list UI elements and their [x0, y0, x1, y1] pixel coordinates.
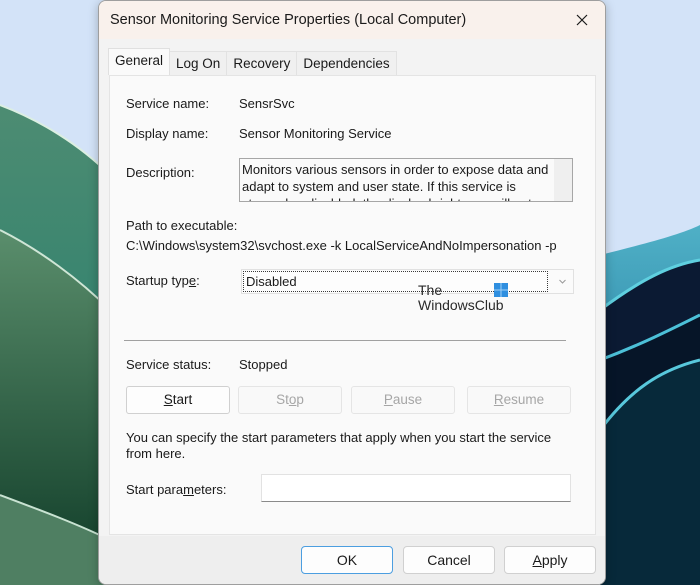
stop-button[interactable]: Stop — [238, 386, 342, 414]
resume-button[interactable]: Resume — [467, 386, 571, 414]
description-textbox[interactable]: Monitors various sensors in order to exp… — [239, 158, 573, 202]
service-name-label: Service name: — [126, 96, 210, 111]
startup-type-dropdown[interactable]: Disabled — [241, 269, 574, 294]
path-value: C:\Windows\system32\svchost.exe -k Local… — [126, 238, 557, 253]
service-status-value: Stopped — [239, 357, 288, 372]
start-params-input[interactable] — [261, 474, 571, 502]
tab-log-on[interactable]: Log On — [169, 51, 228, 75]
startup-type-label: Startup type: — [126, 273, 200, 288]
separator — [124, 340, 566, 341]
service-name-value: SensrSvc — [239, 96, 295, 111]
dialog-footer: OK Cancel Apply — [99, 536, 605, 584]
start-button[interactable]: Start — [126, 386, 230, 414]
service-status-label: Service status: — [126, 357, 212, 372]
cancel-button[interactable]: Cancel — [403, 546, 495, 574]
startup-type-value: Disabled — [246, 274, 297, 289]
description-text: Monitors various sensors in order to exp… — [242, 162, 549, 201]
display-name-value: Sensor Monitoring Service — [239, 126, 392, 141]
watermark: The WindowsClub — [418, 282, 518, 316]
start-params-info-line1: You can specify the start parameters tha… — [126, 430, 552, 445]
service-properties-dialog: Sensor Monitoring Service Properties (Lo… — [98, 0, 606, 585]
display-name-label: Display name: — [126, 126, 209, 141]
window-title: Sensor Monitoring Service Properties (Lo… — [110, 12, 467, 28]
tab-bar: General Log On Recovery Dependencies — [108, 48, 397, 75]
chevron-down-icon — [559, 279, 566, 284]
description-scrollbar[interactable] — [554, 159, 572, 201]
tab-general[interactable]: General — [108, 48, 171, 75]
tab-dependencies[interactable]: Dependencies — [296, 51, 397, 75]
watermark-line2: WindowsClub — [418, 297, 504, 313]
start-params-info-line2: from here. — [126, 446, 186, 461]
windowsclub-logo-icon — [494, 283, 508, 297]
title-bar[interactable]: Sensor Monitoring Service Properties (Lo… — [99, 1, 605, 39]
description-label: Description: — [126, 165, 195, 180]
apply-button[interactable]: Apply — [504, 546, 596, 574]
watermark-line1: The — [418, 282, 443, 298]
ok-button[interactable]: OK — [301, 546, 393, 574]
close-icon — [576, 14, 588, 26]
start-params-label: Start parameters: — [126, 482, 227, 497]
path-label: Path to executable: — [126, 218, 238, 233]
close-button[interactable] — [559, 1, 605, 39]
tab-recovery[interactable]: Recovery — [226, 51, 298, 75]
pause-button[interactable]: Pause — [351, 386, 455, 414]
general-tab-panel: Service name: SensrSvc Display name: Sen… — [109, 75, 596, 535]
